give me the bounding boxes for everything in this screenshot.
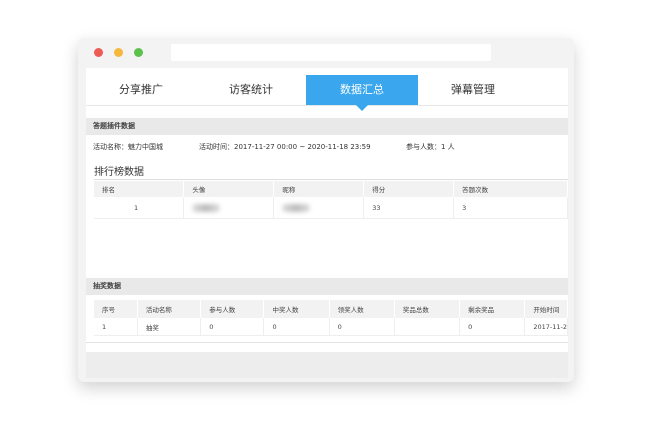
column-header: 得分 <box>363 181 455 197</box>
column-header: 昵称 <box>273 181 365 197</box>
winners-cell: 0 <box>263 318 330 336</box>
minimize-window-button[interactable] <box>114 48 123 57</box>
column-header: 领奖人数 <box>329 300 395 318</box>
tab-bar: 分享推广 访客统计 数据汇总 弹幕管理 <box>86 75 568 111</box>
index-cell: 1 <box>94 318 138 336</box>
table-header-row: 序号 活动名称 参与人数 中奖人数 领奖人数 奖品总数 剩余奖品 开始时间 <box>94 300 568 318</box>
start-time-cell: 2017-11-2 <box>524 318 568 336</box>
attempts-cell: 3 <box>453 197 568 219</box>
column-header: 参与人数 <box>200 300 265 318</box>
column-header: 答题次数 <box>453 181 568 197</box>
table-row: 1 33 3 <box>94 197 568 219</box>
table-header-row: 排名 头像 昵称 得分 答题次数 <box>94 181 568 197</box>
tab-label: 分享推广 <box>119 83 163 96</box>
nickname-blurred <box>282 203 311 212</box>
browser-window: 分享推广 访客统计 数据汇总 弹幕管理 答题插件数据 活动名称：魅力中国城 活动… <box>78 38 574 382</box>
column-header: 奖品总数 <box>394 300 461 318</box>
nickname-cell <box>273 197 365 219</box>
column-header: 活动名称 <box>137 300 202 318</box>
column-header: 排名 <box>94 181 185 197</box>
close-window-button[interactable] <box>94 48 103 57</box>
activity-time-separator: ~ <box>299 143 306 151</box>
section-title: 抽奖数据 <box>93 282 121 290</box>
claimed-cell: 0 <box>329 318 395 336</box>
table-row: 1 抽奖 0 0 0 0 2017-11-2 <box>94 318 568 336</box>
tab-data-summary[interactable]: 数据汇总 <box>306 75 418 111</box>
tab-label: 数据汇总 <box>340 83 384 96</box>
participants-value: 1 人 <box>441 143 455 151</box>
participants-field: 参与人数：1 人 <box>406 134 455 160</box>
tab-visitor-stats[interactable]: 访客统计 <box>196 75 306 105</box>
tab-label: 访客统计 <box>229 83 273 96</box>
participants-cell: 0 <box>200 318 265 336</box>
activity-time-label: 活动时间： <box>199 143 234 151</box>
title-bar <box>78 38 574 66</box>
active-tab-indicator <box>356 105 368 111</box>
activity-time-field: 活动时间：2017-11-27 00:00 ~ 2020-11-18 23:59 <box>199 134 371 160</box>
avatar-cell <box>183 197 275 219</box>
participants-label: 参与人数： <box>406 143 441 151</box>
lottery-table: 序号 活动名称 参与人数 中奖人数 领奖人数 奖品总数 剩余奖品 开始时间 1 … <box>94 300 568 336</box>
page-content: 分享推广 访客统计 数据汇总 弹幕管理 答题插件数据 活动名称：魅力中国城 活动… <box>86 68 568 378</box>
address-bar[interactable] <box>171 44 491 61</box>
column-header: 开始时间 <box>524 300 568 318</box>
ranking-title: 排行榜数据 <box>94 167 144 178</box>
maximize-window-button[interactable] <box>134 48 143 57</box>
name-cell: 抽奖 <box>137 318 202 336</box>
ranking-table: 排名 头像 昵称 得分 答题次数 1 33 3 <box>94 181 568 219</box>
section-title: 答题插件数据 <box>93 122 135 130</box>
activity-info-row: 活动名称：魅力中国城 活动时间：2017-11-27 00:00 ~ 2020-… <box>86 134 568 160</box>
divider <box>86 342 568 343</box>
activity-time-end: 2020-11-18 23:59 <box>307 143 371 151</box>
lottery-section-header: 抽奖数据 <box>86 278 568 295</box>
activity-name-field: 活动名称：魅力中国城 <box>93 134 163 160</box>
quiz-section-header: 答题插件数据 <box>86 118 568 135</box>
column-header: 中奖人数 <box>263 300 330 318</box>
avatar <box>192 203 221 212</box>
column-header: 头像 <box>183 181 275 197</box>
column-header: 剩余奖品 <box>459 300 526 318</box>
rank-cell: 1 <box>94 197 185 219</box>
activity-name-label: 活动名称： <box>93 143 128 151</box>
activity-time-start: 2017-11-27 00:00 <box>234 143 298 151</box>
divider <box>94 179 568 180</box>
tab-danmaku-management[interactable]: 弹幕管理 <box>418 75 528 105</box>
activity-name-value: 魅力中国城 <box>128 143 163 151</box>
remaining-cell: 0 <box>459 318 526 336</box>
total-prizes-cell <box>394 318 461 336</box>
tab-label: 弹幕管理 <box>451 83 495 96</box>
score-cell: 33 <box>363 197 455 219</box>
column-header: 序号 <box>94 300 138 318</box>
footer-area <box>86 352 568 378</box>
tab-share-promote[interactable]: 分享推广 <box>86 75 196 105</box>
